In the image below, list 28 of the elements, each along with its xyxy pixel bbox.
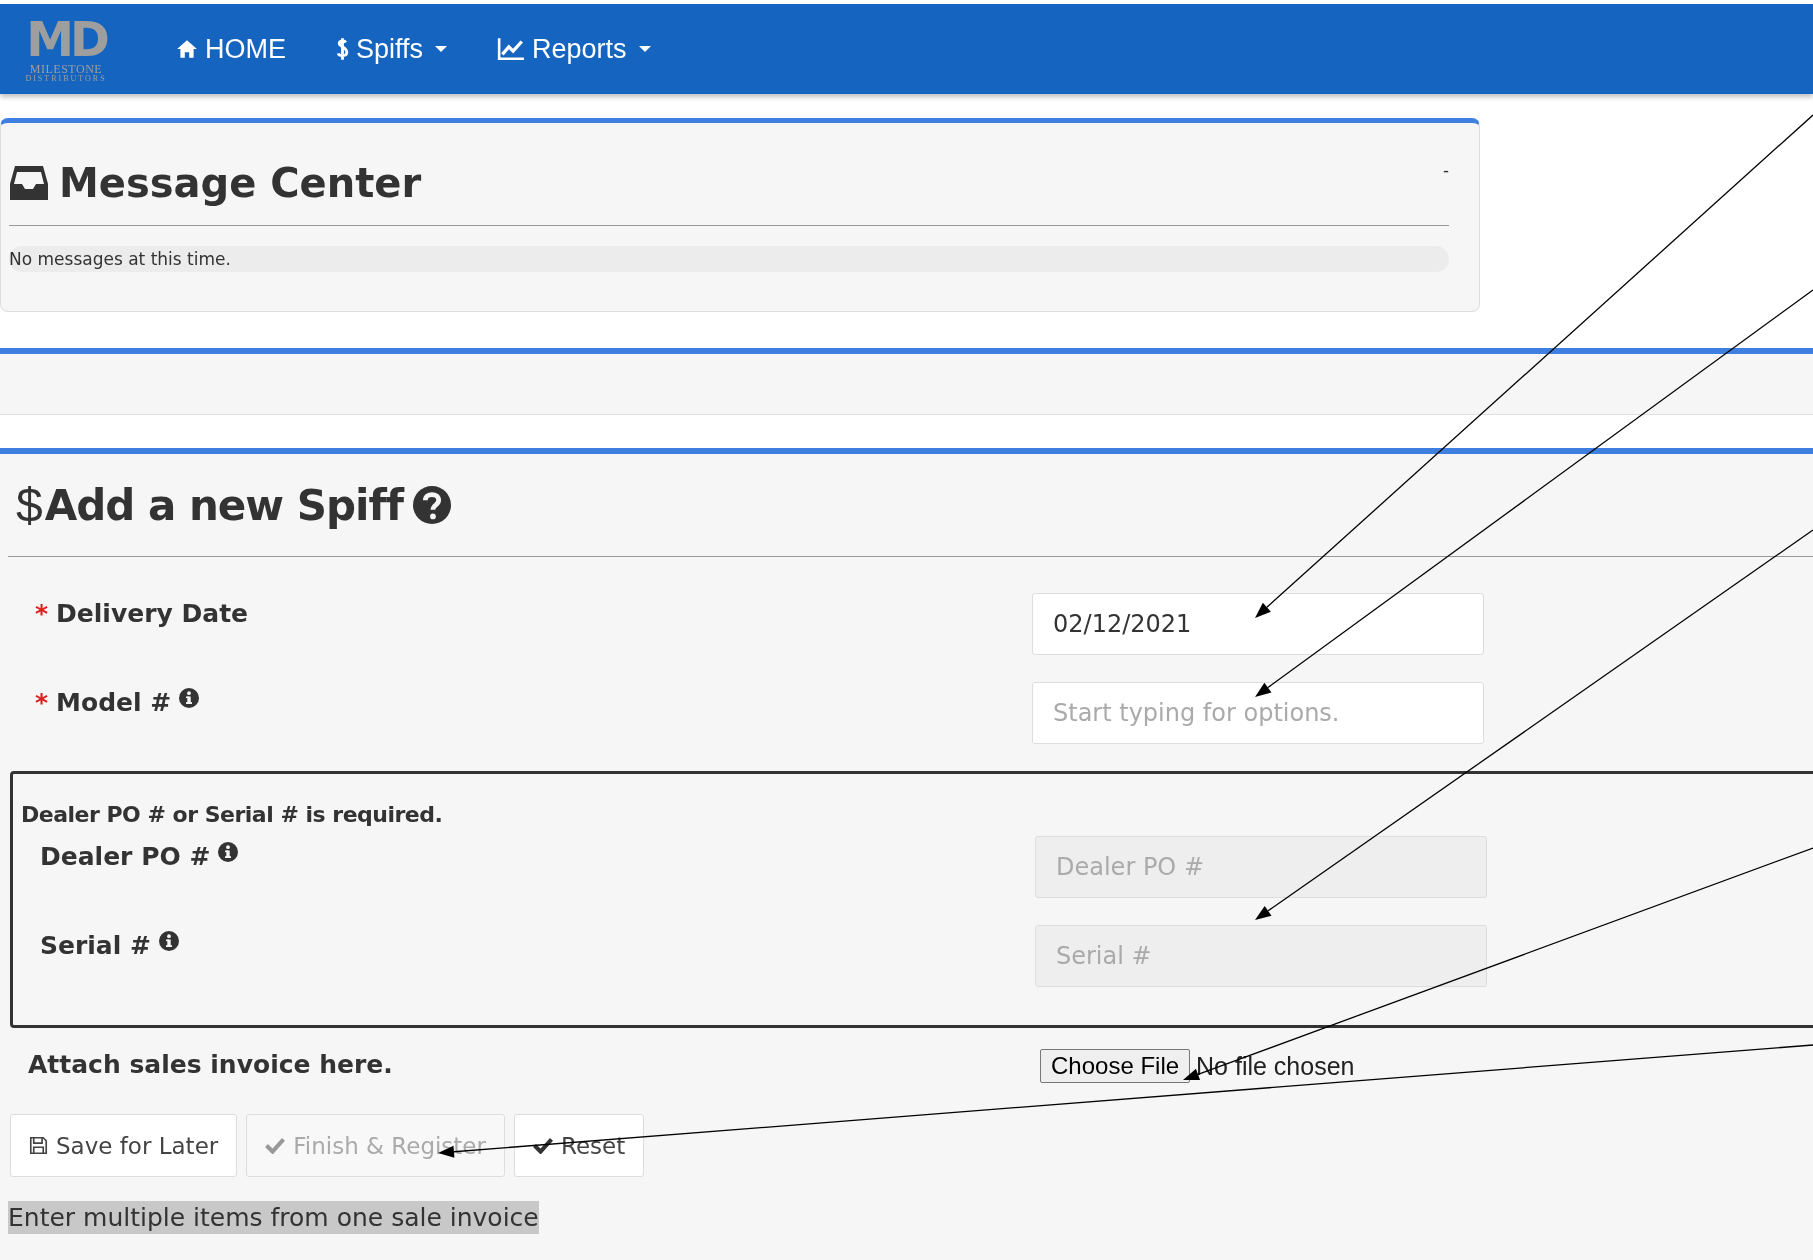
nav-link[interactable]: HOME — [176, 33, 286, 65]
message-text: No messages at this time. — [9, 246, 1449, 272]
field-label: Dealer PO # — [40, 842, 211, 871]
input-field[interactable]: Start typing for options. — [1032, 682, 1484, 744]
required-mark: * — [35, 599, 49, 628]
panel-title: Message Center — [59, 160, 423, 206]
line-chart-icon — [497, 37, 526, 61]
field-label: Serial # — [40, 931, 151, 960]
nav-link[interactable]: Spiffs — [336, 33, 448, 65]
home-icon — [176, 39, 198, 59]
dollar-icon — [336, 37, 349, 61]
check-icon — [533, 1137, 553, 1154]
choose-file-button[interactable]: Choose File — [1040, 1049, 1191, 1083]
inbox-icon — [9, 164, 49, 202]
check-icon — [265, 1137, 286, 1154]
nav-link[interactable]: Reports — [497, 33, 651, 65]
note-text: Enter multiple items from one sale invoice — [8, 1201, 539, 1234]
required-mark: * — [35, 688, 49, 717]
field-label: Delivery Date — [56, 599, 249, 628]
collapse-button[interactable]: - — [1443, 161, 1449, 182]
action-button[interactable]: Save for Later — [10, 1114, 238, 1177]
group-note: Dealer PO # or Serial # is required. — [21, 802, 444, 827]
field-label: Model # — [56, 688, 172, 717]
form-title: Add a new Spiff — [44, 480, 403, 530]
field-label: Attach sales invoice here. — [27, 1049, 394, 1081]
dollar-icon: $ — [16, 477, 43, 533]
input-field[interactable]: 02/12/2021 — [1032, 593, 1484, 655]
help-icon[interactable] — [413, 486, 451, 524]
